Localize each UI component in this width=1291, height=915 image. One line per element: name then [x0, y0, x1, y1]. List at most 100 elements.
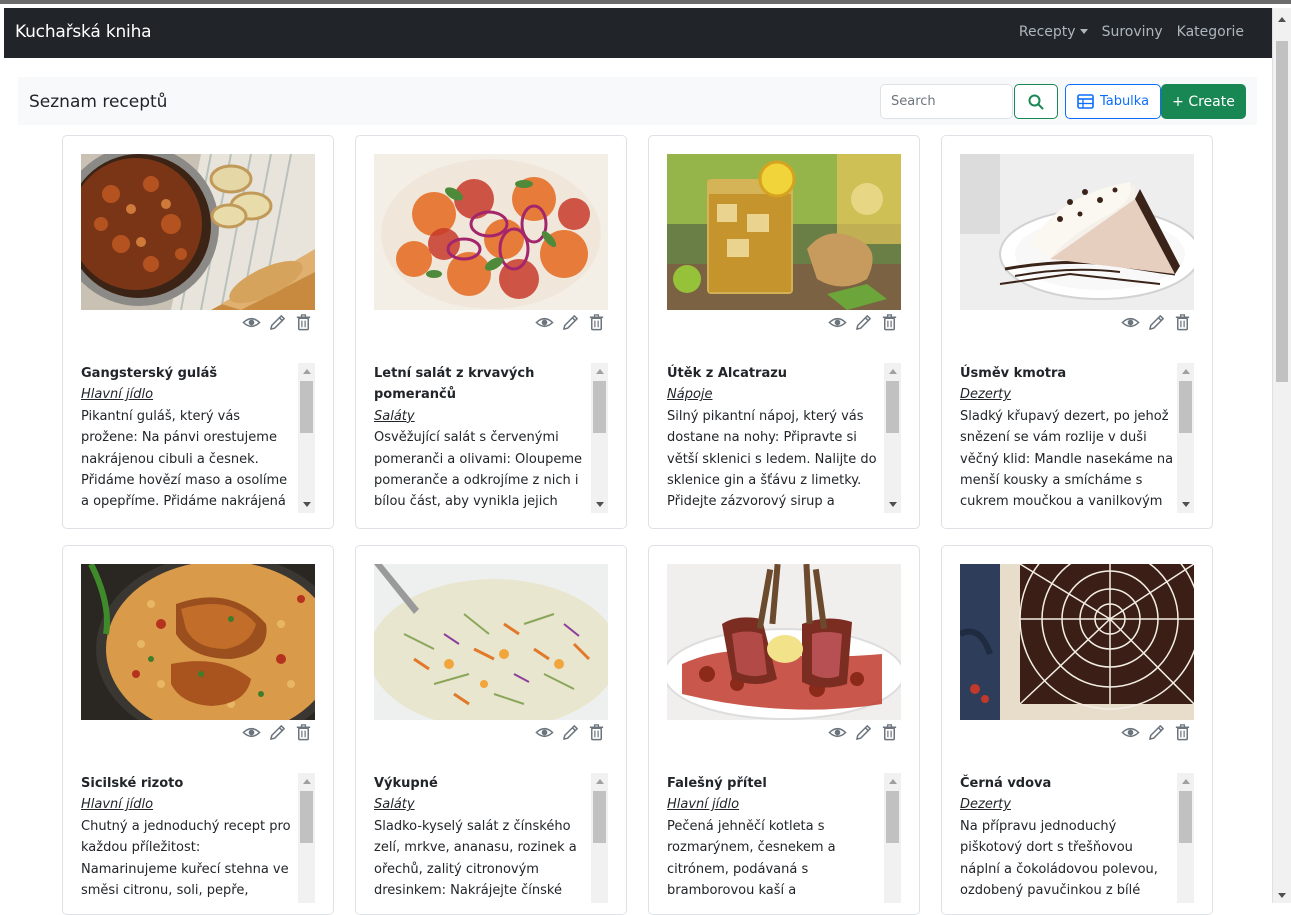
- description-scrollbar[interactable]: [1177, 363, 1194, 513]
- description-scrollbar[interactable]: [298, 363, 315, 513]
- delete-trash-icon[interactable]: [587, 313, 606, 332]
- edit-pencil-icon[interactable]: [268, 313, 287, 332]
- view-eye-icon[interactable]: [242, 723, 261, 742]
- scroll-up-arrow-icon[interactable]: [889, 369, 897, 374]
- recipe-description: Chutný a jednoduchý recept pro každou př…: [81, 818, 291, 899]
- description-scrollbar[interactable]: [298, 773, 315, 903]
- edit-pencil-icon[interactable]: [854, 313, 873, 332]
- view-eye-icon[interactable]: [828, 313, 847, 332]
- recipe-body[interactable]: Černá vdova Dezerty Na přípravu jednoduchý…: [960, 773, 1194, 903]
- search-input[interactable]: [880, 84, 1013, 119]
- scroll-up-arrow-icon[interactable]: [303, 779, 311, 784]
- recipe-category-link[interactable]: Hlavní jídlo: [81, 794, 295, 815]
- description-scroll-thumb[interactable]: [593, 791, 606, 843]
- recipe-body[interactable]: Útěk z Alcatrazu Nápoje Silný pikantní náp…: [667, 363, 901, 513]
- view-eye-icon[interactable]: [828, 723, 847, 742]
- scroll-down-arrow-icon[interactable]: [303, 502, 311, 507]
- scroll-down-arrow-icon[interactable]: [889, 502, 897, 507]
- recipe-category-link[interactable]: Saláty: [374, 406, 588, 427]
- recipe-category-link[interactable]: Saláty: [374, 794, 588, 815]
- recipe-body[interactable]: Výkupné Saláty Sladko-kyselý salát z čínsk…: [374, 773, 608, 903]
- recipe-category-link[interactable]: Nápoje: [667, 384, 881, 405]
- create-label: + Create: [1172, 93, 1235, 110]
- description-scroll-thumb[interactable]: [1179, 791, 1192, 843]
- description-scrollbar[interactable]: [1177, 773, 1194, 903]
- scroll-down-arrow-icon[interactable]: [1182, 502, 1190, 507]
- description-scroll-thumb[interactable]: [300, 791, 313, 843]
- view-eye-icon[interactable]: [1121, 313, 1140, 332]
- card-actions: [828, 723, 899, 742]
- nav-link-suroviny[interactable]: Suroviny: [1102, 24, 1163, 40]
- recipe-body[interactable]: Falešný přítel Hlavní jídlo Pečená jehněčí…: [667, 773, 901, 903]
- description-scroll-thumb[interactable]: [886, 791, 899, 843]
- edit-pencil-icon[interactable]: [268, 723, 287, 742]
- scroll-up-arrow-icon[interactable]: [1182, 779, 1190, 784]
- view-eye-icon[interactable]: [535, 723, 554, 742]
- page-scroll-thumb[interactable]: [1276, 41, 1288, 382]
- search-button[interactable]: [1014, 84, 1058, 119]
- caret-down-icon: [1079, 29, 1088, 34]
- recipe-category-link[interactable]: Hlavní jídlo: [81, 384, 295, 405]
- recipe-category-link[interactable]: Dezerty: [960, 384, 1174, 405]
- nav-link-kategorie[interactable]: Kategorie: [1177, 24, 1244, 40]
- delete-trash-icon[interactable]: [587, 723, 606, 742]
- view-eye-icon[interactable]: [535, 313, 554, 332]
- recipe-title: Sicilské rizoto: [81, 776, 184, 791]
- page-scrollbar[interactable]: [1272, 8, 1291, 903]
- scroll-down-arrow-icon[interactable]: [1278, 893, 1286, 898]
- recipe-title: Letní salát z krvavých pomerančů: [374, 366, 535, 403]
- scroll-up-arrow-icon[interactable]: [1182, 369, 1190, 374]
- recipe-card: Výkupné Saláty Sladko-kyselý salát z čínsk…: [355, 545, 627, 915]
- recipe-description: Sladký křupavý dezert, po jehož snězení …: [960, 408, 1174, 510]
- delete-trash-icon[interactable]: [294, 313, 313, 332]
- recipe-body[interactable]: Gangsterský guláš Hlavní jídlo Pikantní gu…: [81, 363, 315, 513]
- edit-pencil-icon[interactable]: [1147, 313, 1166, 332]
- recipe-category-link[interactable]: Dezerty: [960, 794, 1174, 815]
- navbar-brand[interactable]: Kuchařská kniha: [15, 22, 152, 42]
- view-eye-icon[interactable]: [1121, 723, 1140, 742]
- description-scroll-thumb[interactable]: [593, 381, 606, 433]
- recipe-card: Falešný přítel Hlavní jídlo Pečená jehněčí…: [648, 545, 920, 915]
- nav-link-recepty[interactable]: Recepty: [1019, 24, 1088, 40]
- edit-pencil-icon[interactable]: [561, 313, 580, 332]
- recipe-image: [81, 154, 315, 310]
- scroll-up-arrow-icon[interactable]: [303, 369, 311, 374]
- recipe-body[interactable]: Úsměv kmotra Dezerty Sladký křupavý dezert…: [960, 363, 1194, 513]
- scroll-up-arrow-icon[interactable]: [889, 779, 897, 784]
- edit-pencil-icon[interactable]: [561, 723, 580, 742]
- view-eye-icon[interactable]: [242, 313, 261, 332]
- scroll-up-arrow-icon[interactable]: [1278, 17, 1286, 22]
- description-scroll-thumb[interactable]: [1179, 381, 1192, 433]
- delete-trash-icon[interactable]: [1173, 313, 1192, 332]
- create-button[interactable]: + Create: [1161, 84, 1246, 119]
- description-scrollbar[interactable]: [884, 363, 901, 513]
- scroll-up-arrow-icon[interactable]: [596, 779, 604, 784]
- description-scrollbar[interactable]: [591, 773, 608, 903]
- delete-trash-icon[interactable]: [1173, 723, 1192, 742]
- delete-trash-icon[interactable]: [294, 723, 313, 742]
- edit-pencil-icon[interactable]: [854, 723, 873, 742]
- table-view-label: Tabulka: [1099, 94, 1150, 109]
- recipe-card: Úsměv kmotra Dezerty Sladký křupavý dezert…: [941, 135, 1213, 529]
- table-view-button[interactable]: Tabulka: [1065, 84, 1161, 119]
- nav-link-label: Recepty: [1018, 24, 1076, 40]
- recipe-body[interactable]: Sicilské rizoto Hlavní jídlo Chutný a jedn…: [81, 773, 315, 903]
- delete-trash-icon[interactable]: [880, 313, 899, 332]
- recipe-body[interactable]: Letní salát z krvavých pomerančů Saláty Os…: [374, 363, 608, 513]
- description-scrollbar[interactable]: [884, 773, 901, 903]
- delete-trash-icon[interactable]: [880, 723, 899, 742]
- scroll-down-arrow-icon[interactable]: [596, 502, 604, 507]
- card-actions: [828, 313, 899, 332]
- recipe-card: Černá vdova Dezerty Na přípravu jednoduchý…: [941, 545, 1213, 915]
- list-header: Seznam receptů Tabulka + Create: [18, 77, 1257, 125]
- description-scroll-thumb[interactable]: [886, 381, 899, 433]
- edit-pencil-icon[interactable]: [1147, 723, 1166, 742]
- description-scrollbar[interactable]: [591, 363, 608, 513]
- recipe-description: Silný pikantní nápoj, který vás dostane …: [667, 408, 877, 510]
- nav-links: Recepty Suroviny Kategorie: [1019, 24, 1244, 40]
- recipe-title: Falešný přítel: [667, 776, 767, 791]
- scroll-up-arrow-icon[interactable]: [596, 369, 604, 374]
- description-scroll-thumb[interactable]: [300, 381, 313, 433]
- card-actions: [242, 723, 313, 742]
- recipe-category-link[interactable]: Hlavní jídlo: [667, 794, 881, 815]
